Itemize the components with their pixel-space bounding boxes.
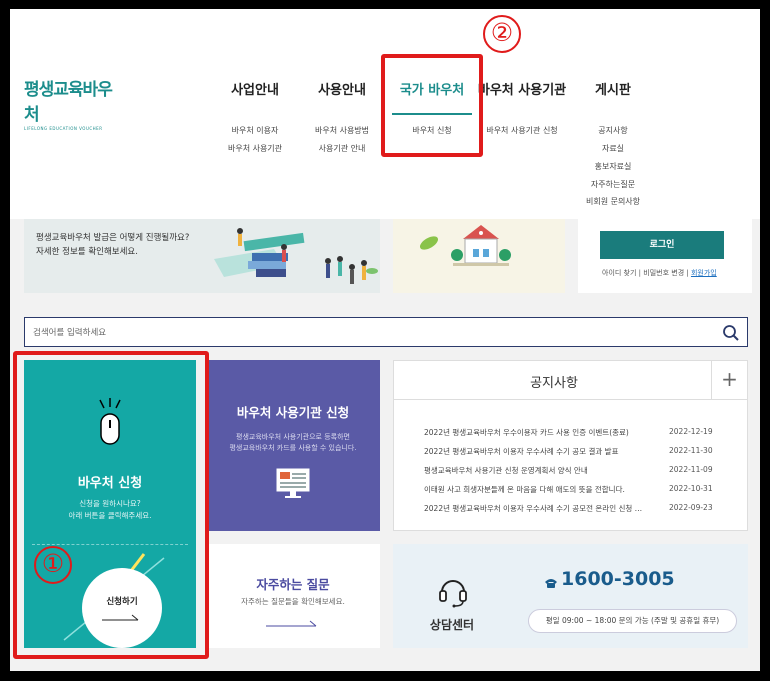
phone-icon — [545, 579, 557, 588]
notice-row-title[interactable]: 평생교육바우처 사용기관 신청 운영계획서 양식 안내 — [424, 465, 664, 476]
page-frame: 평생교육바우처 LIFELONG EDUCATION VOUCHER 사업안내 … — [10, 9, 760, 671]
nav-business-info[interactable]: 사업안내 — [231, 79, 279, 98]
notice-row-title[interactable]: 2022년 평생교육바우처 이용자 우수사례 수기 공모전 온라인 신청 … — [424, 503, 664, 514]
notice-row[interactable]: 평생교육바우처 사용기관 신청 운영계획서 양식 안내 2022-11-09 — [424, 465, 724, 479]
call-center-title: 상담센터 — [429, 618, 475, 632]
banner-institution[interactable] — [393, 219, 565, 293]
nav-usage-guide[interactable]: 사용안내 — [318, 79, 366, 98]
notice-title: 공지사항 — [530, 376, 578, 391]
nav-sub-notice[interactable]: 공지사항 — [598, 125, 627, 136]
call-center-phone[interactable]: 1600-3005 — [561, 568, 675, 590]
nav-sub-voucher-apply[interactable]: 바우처 신청 — [412, 125, 451, 136]
join-link[interactable]: 회원가입 — [691, 269, 717, 277]
voucher-apply-title: 바우처 신청 — [77, 476, 143, 491]
find-id-link[interactable]: 아이디 찾기 — [602, 269, 636, 277]
notice-row[interactable]: 이태원 사고 희생자분들께 온 마음을 다해 애도의 뜻을 전합니다. 2022… — [424, 484, 724, 498]
logo-text: 평생교육바우처 — [24, 80, 113, 125]
school-building-icon — [419, 225, 511, 266]
voucher-apply-tile[interactable]: 바우처 신청 신청을 원하시나요? 아래 버튼을 클릭해주세요. 신청하기 — [24, 360, 196, 648]
site-logo[interactable]: 평생교육바우처 LIFELONG EDUCATION VOUCHER — [24, 75, 114, 131]
notice-panel: 공지사항 + 2022년 평생교육바우처 우수이용자 카드 사용 인증 이벤트(… — [393, 360, 748, 531]
link-separator: | — [638, 269, 642, 277]
notice-row-date: 2022-11-30 — [669, 446, 713, 455]
notice-row[interactable]: 2022년 평생교육바우처 우수이용자 카드 사용 인증 이벤트(종료) 202… — [424, 427, 724, 441]
header-mega-menu: 평생교육바우처 LIFELONG EDUCATION VOUCHER 사업안내 … — [10, 9, 760, 219]
notice-row-title[interactable]: 이태원 사고 희생자분들께 온 마음을 다해 애도의 뜻을 전합니다. — [424, 484, 664, 495]
banner-line-1: 평생교육바우처 발급은 어떻게 진행될까요? — [36, 233, 190, 243]
notice-row[interactable]: 2022년 평생교육바우처 이용자 우수사례 수기 공모 결과 발표 2022-… — [424, 446, 724, 460]
nav-sub-voucher-user[interactable]: 바우처 이용자 — [232, 125, 279, 136]
nav-sub-promo-resources[interactable]: 홍보자료실 — [595, 161, 632, 172]
nav-active-underline — [392, 113, 472, 115]
notice-row-date: 2022-11-09 — [669, 465, 713, 474]
arrow-right-icon — [102, 614, 139, 621]
notice-more-button[interactable]: + — [711, 361, 747, 399]
tile-divider — [32, 544, 188, 545]
apply-button-label: 신청하기 — [106, 597, 138, 607]
nav-board[interactable]: 게시판 — [595, 79, 631, 98]
institution-apply-desc-2: 평생교육바우처 카드를 사용할 수 있습니다. — [229, 444, 357, 452]
voucher-apply-desc-2: 아래 버튼을 클릭해주세요. — [68, 511, 152, 520]
link-separator: | — [686, 269, 689, 277]
faq-title: 자주하는 질문 — [256, 577, 330, 592]
notice-row-title[interactable]: 2022년 평생교육바우처 이용자 우수사례 수기 공모 결과 발표 — [424, 446, 664, 457]
login-button[interactable]: 로그인 — [600, 231, 724, 259]
notice-row-date: 2022-12-19 — [669, 427, 713, 436]
notice-row[interactable]: 2022년 평생교육바우처 이용자 우수사례 수기 공모전 온라인 신청 … 2… — [424, 503, 724, 517]
login-links: 아이디 찾기 | 비밀번호 변경 | 회원가입 — [602, 268, 717, 278]
nav-sub-voucher-institution[interactable]: 바우처 사용기관 — [228, 143, 282, 154]
notice-divider — [394, 399, 747, 400]
search-icon[interactable] — [721, 323, 741, 343]
nav-national-voucher[interactable]: 국가 바우처 — [400, 79, 464, 98]
annotation-number-1: ① — [34, 546, 72, 584]
search-bar — [24, 317, 748, 347]
nav-sub-faq[interactable]: 자주하는질문 — [591, 179, 635, 190]
mouse-click-icon — [99, 398, 121, 445]
nav-sub-institution-apply[interactable]: 바우처 사용기관 신청 — [486, 125, 557, 136]
banner-illustration-icon — [214, 228, 378, 284]
notice-row-title[interactable]: 2022년 평생교육바우처 우수이용자 카드 사용 인증 이벤트(종료) — [424, 427, 664, 438]
institution-apply-tile[interactable]: 바우처 사용기관 신청 평생교육바우처 사용기관으로 등록하면 평생교육바우처 … — [206, 360, 380, 531]
call-center-hours: 평일 09:00 ~ 18:00 문의 가능 (주말 및 공휴일 휴무) — [528, 609, 737, 633]
voucher-apply-desc-1: 신청을 원하시나요? — [79, 499, 141, 508]
monitor-icon — [276, 468, 310, 498]
annotation-number-2: ② — [483, 15, 521, 53]
notice-row-date: 2022-09-23 — [669, 503, 713, 512]
banner-voucher-issuance[interactable]: 평생교육바우처 발급은 어떻게 진행될까요? 자세한 정보를 확인해보세요. — [24, 219, 380, 293]
nav-voucher-institution[interactable]: 바우처 사용기관 — [478, 79, 566, 98]
apply-button[interactable]: 신청하기 — [82, 568, 162, 648]
arrow-right-icon — [266, 620, 317, 627]
institution-apply-title: 바우처 사용기관 신청 — [236, 405, 350, 420]
faq-tile[interactable]: 자주하는 질문 자주하는 질문들을 확인해보세요. — [206, 544, 380, 648]
call-center-panel: 상담센터 1600-3005 평일 09:00 ~ 18:00 문의 가능 (주… — [393, 544, 748, 648]
banner-line-2: 자세한 정보를 확인해보세요. — [36, 247, 138, 257]
nav-sub-institution-guide[interactable]: 사용기관 안내 — [319, 143, 366, 154]
notice-row-date: 2022-10-31 — [669, 484, 713, 493]
headset-icon — [439, 580, 467, 608]
logo-subtext: LIFELONG EDUCATION VOUCHER — [24, 126, 103, 131]
faq-desc: 자주하는 질문들을 확인해보세요. — [241, 597, 345, 606]
search-input[interactable] — [33, 325, 693, 341]
institution-apply-desc-1: 평생교육바우처 사용기관으로 등록하면 — [236, 433, 350, 441]
login-panel: 로그인 아이디 찾기 | 비밀번호 변경 | 회원가입 — [578, 219, 752, 293]
change-password-link[interactable]: 비밀번호 변경 — [643, 269, 684, 277]
nav-sub-guest-inquiry[interactable]: 비회원 문의사항 — [586, 196, 640, 207]
nav-sub-resources[interactable]: 자료실 — [602, 143, 624, 154]
nav-sub-usage-method[interactable]: 바우처 사용방법 — [315, 125, 369, 136]
